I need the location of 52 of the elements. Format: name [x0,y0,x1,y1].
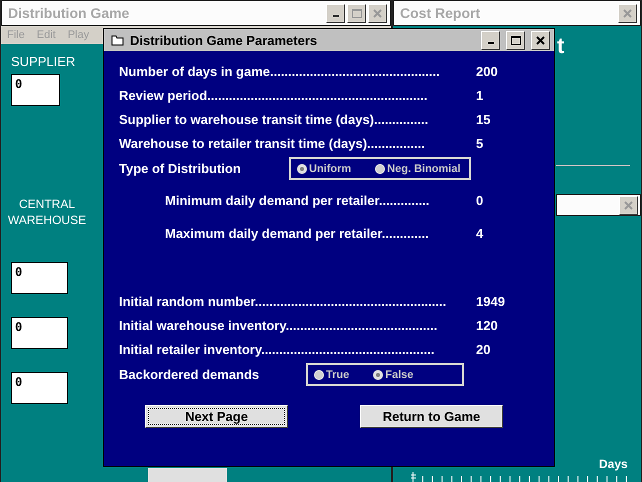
window-title: Distribution Game [8,5,130,21]
close-button[interactable] [619,196,638,214]
parameter-label: Initial random number..................................................... [119,294,448,309]
inventory-field[interactable]: 0 [11,317,68,349]
parameter-value: 20 [476,342,492,357]
parameter-label: Number of days in game............................................... [119,64,441,79]
radio-option[interactable]: Neg. Binomial [375,162,461,174]
maximize-icon [510,36,520,44]
maximize-button[interactable] [347,4,366,22]
parameter-label: Type of Distribution [119,161,241,176]
supplier-label: SUPPLIER [11,54,76,70]
maximize-icon [352,8,362,18]
parameter-value: 5 [476,136,484,151]
parameter-value: 200 [476,64,499,79]
parameter-label: Warehouse to retailer transit time (days)................ [119,136,426,151]
parameter-value: 1949 [476,294,506,309]
report-heading: t [557,33,564,59]
close-button[interactable] [618,4,637,22]
maximize-button[interactable] [506,30,525,50]
parameter-label: Supplier to warehouse transit time (days)............... [119,112,430,127]
close-icon [623,8,632,18]
radio-option[interactable]: Uniform [297,162,352,174]
parameter-label: Maximum daily demand per retailer............. [165,226,430,241]
close-button[interactable] [368,4,387,22]
minimize-button[interactable] [481,30,500,50]
parameter-value: 0 [476,193,484,208]
close-icon [624,200,633,210]
parameter-label: Review period............................................................. [119,88,428,103]
parameter-value: 4 [476,226,484,241]
parameter-value: 15 [476,112,492,127]
minimize-button[interactable] [326,4,345,22]
parameter-label: Minimum daily demand per retailer.............. [165,193,430,208]
parameter-label: Backordered demands [119,367,260,382]
radio-option[interactable]: True [314,368,350,380]
parameter-value: 120 [476,318,499,333]
dialog-title: Distribution Game Parameters [130,32,318,48]
dialog-button[interactable]: Next Page [145,405,288,428]
axis-label: Days [599,457,628,471]
dialog-button[interactable]: Return to Game [360,405,503,428]
window-icon [111,34,124,46]
inventory-field[interactable]: 0 [11,372,68,404]
close-button[interactable] [531,30,550,50]
supplier-field[interactable]: 0 [11,74,60,106]
window-title: Cost Report [400,5,482,21]
parameter-label: Initial warehouse inventory.......................................... [119,318,438,333]
close-icon [536,36,545,44]
parameter-value: 1 [476,88,484,103]
parameter-label: Initial retailer inventory................................................ [119,342,436,357]
inventory-field[interactable]: 0 [11,262,68,294]
close-icon [373,8,382,18]
warehouse-label: CENTRAL WAREHOUSE [6,196,88,228]
radio-option[interactable]: False [373,368,414,380]
